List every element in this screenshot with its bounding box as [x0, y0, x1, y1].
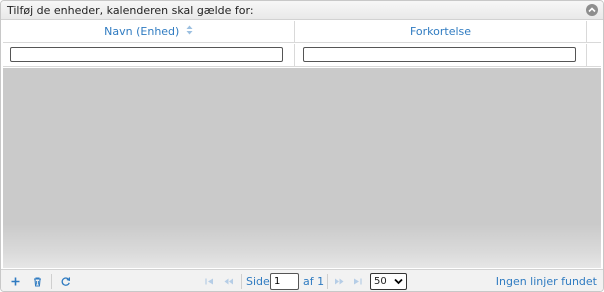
- pager-separator: [51, 274, 52, 289]
- column-header-navn[interactable]: Navn (Enhed): [3, 21, 295, 43]
- pager-separator: [241, 274, 242, 289]
- refresh-icon[interactable]: [59, 275, 72, 288]
- rows-per-page-select[interactable]: 50: [370, 273, 407, 290]
- next-page-icon[interactable]: [333, 275, 346, 288]
- grid-caption: Tilføj de enheder, kalenderen skal gælde…: [1, 1, 603, 20]
- column-header-row: Navn (Enhed) Forkortelse: [3, 21, 601, 43]
- collapse-icon[interactable]: [586, 4, 598, 16]
- filter-cell-forkortelse: [295, 44, 587, 67]
- column-header-forkortelse[interactable]: Forkortelse: [295, 21, 587, 43]
- page-label: Side: [246, 275, 270, 288]
- current-page-input[interactable]: [270, 273, 299, 290]
- record-count-text: Ingen linjer fundet: [495, 275, 597, 288]
- filter-cell-navn: [3, 44, 295, 67]
- sort-arrows-icon[interactable]: [186, 21, 193, 43]
- filter-input-forkortelse[interactable]: [303, 47, 576, 62]
- units-grid: Tilføj de enheder, kalenderen skal gælde…: [0, 0, 604, 292]
- filter-scrollbar-spacer: [587, 44, 601, 67]
- rows-per-page-value: 50: [374, 276, 387, 287]
- plus-icon[interactable]: [9, 275, 22, 288]
- filter-row: [3, 44, 601, 67]
- filter-input-navn[interactable]: [10, 47, 283, 62]
- total-pages-label: af 1: [303, 275, 325, 288]
- pager-separator: [327, 274, 328, 289]
- last-page-icon[interactable]: [351, 275, 364, 288]
- first-page-icon[interactable]: [203, 275, 216, 288]
- grid-title: Tilføj de enheder, kalenderen skal gælde…: [7, 4, 254, 17]
- trash-icon[interactable]: [31, 275, 44, 288]
- header-scrollbar-spacer: [587, 21, 601, 43]
- column-label-forkortelse: Forkortelse: [409, 25, 472, 38]
- chevron-down-icon: [394, 278, 403, 285]
- prev-page-icon[interactable]: [222, 275, 235, 288]
- grid-body-empty: [3, 68, 601, 268]
- column-label-navn: Navn (Enhed): [104, 25, 180, 38]
- pager: Side af 1 50 Ingen linjer fundet: [1, 269, 603, 291]
